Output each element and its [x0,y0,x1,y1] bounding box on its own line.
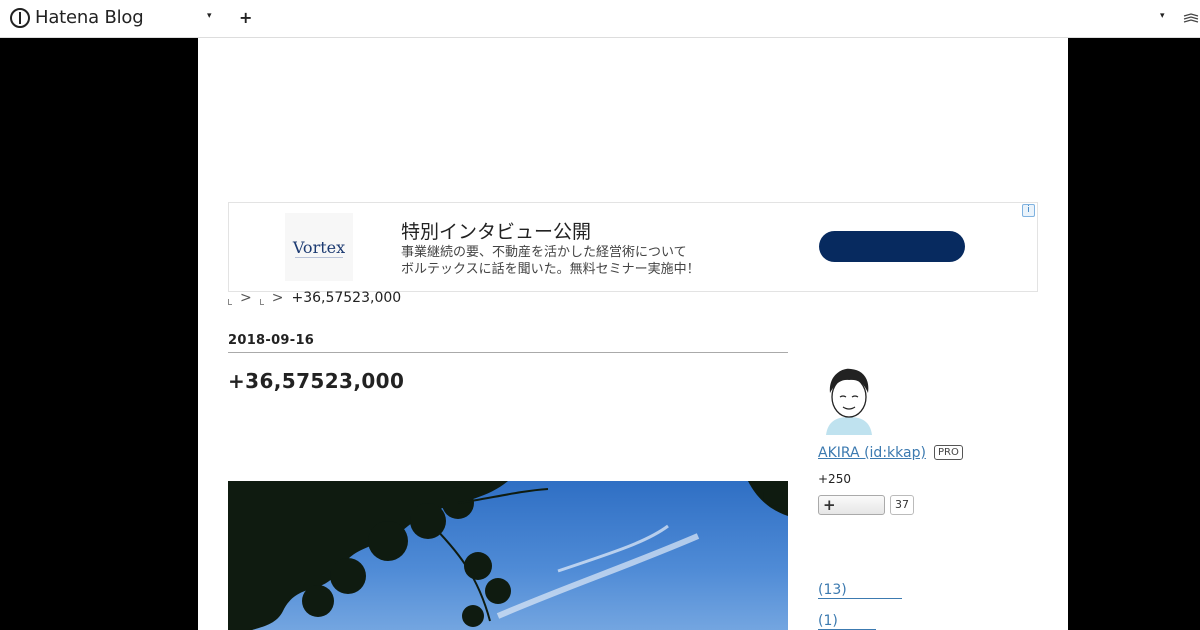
archive-link[interactable]: (1) [818,613,876,630]
reader-count: +250 [818,472,851,486]
date-divider [228,352,788,353]
avatar-portrait-image [818,365,880,435]
breadcrumb-home-link[interactable] [228,299,232,305]
ad-description: 事業継続の要、不動産を活かした経営術について ボルテックスに話を聞いた。無料セミ… [401,244,731,278]
ad-brand-text: Vortex [292,237,346,257]
user-menu-chevron-icon[interactable]: ▾ [1160,11,1165,21]
sky-trees-image [228,481,788,630]
profile-name-link[interactable]: AKIRA (id:kkap) [818,445,926,461]
entry-date[interactable]: 2018-09-16 [228,333,314,348]
breadcrumb-category-link[interactable] [259,299,264,305]
entry-photo[interactable] [228,481,788,630]
advertisement-banner[interactable]: Vortex 特別インタビュー公開 事業継続の要、不動産を活かした経営術について… [228,202,1038,292]
breadcrumb-separator: > [271,290,284,306]
hatena-blog-logo[interactable]: Hatena Blog [10,7,144,28]
blog-page: Vortex 特別インタビュー公開 事業継続の要、不動産を活かした経営術について… [198,38,1068,630]
ad-title[interactable]: 特別インタビュー公開 [401,217,591,244]
ad-brand-logo[interactable]: Vortex [285,213,353,281]
avatar[interactable] [818,365,880,435]
entry-title[interactable]: +36,57523,000 [228,369,404,393]
hatena-logo-icon [10,7,30,28]
ad-desc-line-2: ボルテックスに話を聞いた。無料セミナー実施中！ [401,262,700,277]
logo-text: Hatena Blog [35,7,144,28]
breadcrumb: > > +36,57523,000 [228,290,401,306]
plus-icon: + [823,496,836,514]
global-header: Hatena Blog ▾ + ▾ [0,0,1200,38]
ad-cta-button[interactable] [819,231,965,262]
pro-badge[interactable]: PRO [934,445,963,460]
subscribe-button[interactable]: + [818,495,885,515]
breadcrumb-current: +36,57523,000 [291,290,402,306]
subscribe-widget: + 37 [818,495,914,515]
archive-count: (13) [818,582,902,599]
ad-desc-line-1: 事業継続の要、不動産を活かした経営術について [401,245,687,260]
archive-link[interactable]: (13) [818,582,902,599]
hatena-mark-icon[interactable] [1183,13,1199,25]
archive-count: (1) [818,613,876,630]
add-icon[interactable]: + [239,8,252,27]
ad-info-icon[interactable]: i [1022,204,1035,217]
chevron-down-icon[interactable]: ▾ [207,11,212,21]
breadcrumb-separator: > [240,290,252,306]
subscriber-count[interactable]: 37 [890,495,914,515]
